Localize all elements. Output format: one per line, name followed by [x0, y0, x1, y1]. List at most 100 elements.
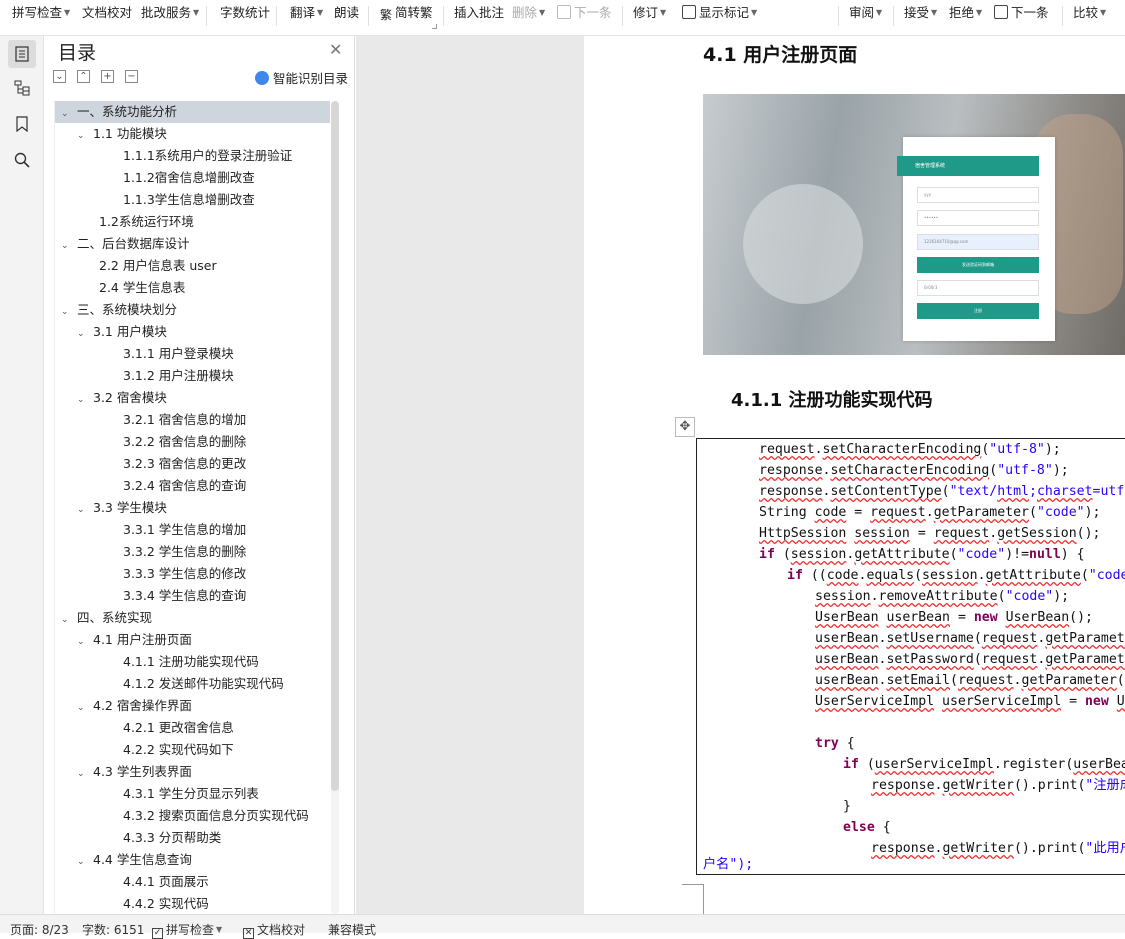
toc-item[interactable]: 3.3.3 学生信息的修改 — [55, 563, 330, 585]
toc-item[interactable]: ⌄ 1.1 功能模块 — [55, 123, 330, 145]
chapter-nav-button[interactable] — [8, 74, 36, 102]
toc-item[interactable]: 3.3.2 学生信息的删除 — [55, 541, 330, 563]
chevron-down-icon[interactable]: ⌄ — [61, 235, 71, 257]
toc-item[interactable]: 4.3.2 搜索页面信息分页实现代码 — [55, 805, 330, 827]
next-change-button[interactable]: 下一条 — [994, 4, 1049, 22]
doc-proofread-button[interactable]: 文档校对 — [82, 4, 132, 22]
toc-item[interactable]: 3.3.4 学生信息的查询 — [55, 585, 330, 607]
simplified-to-traditional-button[interactable]: 繁简转繁 — [380, 4, 433, 22]
bookmark-button[interactable] — [8, 110, 36, 138]
toc-item[interactable]: ⌄ 三、系统模块划分 — [55, 299, 330, 321]
register-card: 宿舍管理系统 yyy •••••• 1226164710@qq.com 发送验证… — [897, 137, 1055, 341]
toc-item[interactable]: 4.3.1 学生分页显示列表 — [55, 783, 330, 805]
reject-button[interactable]: 拒绝 ▼ — [949, 4, 982, 22]
toc-panel: 目录 ✕ ⌄ ⌃ + − 智能识别目录 ⌄ 一、系统功能分析 ⌄ 1.1 功能模块 1.… — [45, 36, 355, 914]
proofread-toggle[interactable]: ✕ 文档校对 — [243, 921, 305, 939]
toc-item[interactable]: ⌄ 4.2 宿舍操作界面 — [55, 695, 330, 717]
toc-item[interactable]: ⌄ 一、系统功能分析 — [55, 101, 330, 123]
toc-item[interactable]: 3.1.2 用户注册模块 — [55, 365, 330, 387]
heading-4-1: 4.1 用户注册页面 — [703, 44, 858, 66]
move-handle-icon[interactable]: ✥ — [675, 417, 695, 437]
toc-item[interactable]: ⌄ 4.1 用户注册页面 — [55, 629, 330, 651]
toc-item[interactable]: ⌄ 3.1 用户模块 — [55, 321, 330, 343]
toc-item[interactable]: ⌄ 4.3 学生列表界面 — [55, 761, 330, 783]
expand-down-icon[interactable]: ⌄ — [53, 70, 66, 83]
code-line: userBean.setPassword(request.getParamete… — [815, 652, 1125, 667]
chevron-down-icon[interactable]: ⌄ — [61, 301, 71, 323]
toc-item-label: 3.2.1 宿舍信息的增加 — [123, 412, 247, 427]
code-field: 0r00r3 — [917, 280, 1039, 296]
toc-item[interactable]: 2.2 用户信息表 user — [55, 255, 330, 277]
page-indicator[interactable]: 页面: 8/23 — [10, 921, 69, 938]
spell-check-button[interactable]: 拼写检查 ▼ — [12, 4, 70, 22]
review-button[interactable]: 审阅 ▼ — [849, 4, 882, 22]
spell-check-toggle[interactable]: ✓ 拼写检查 ▼ — [152, 921, 222, 939]
smart-toc-button[interactable]: 智能识别目录 — [255, 68, 348, 87]
toc-item-label: 3.1.2 用户注册模块 — [123, 368, 234, 383]
toc-item[interactable]: ⌄ 四、系统实现 — [55, 607, 330, 629]
collapse-up-icon[interactable]: ⌃ — [77, 70, 90, 83]
code-block[interactable]: request.setCharacterEncoding("utf-8"); r… — [696, 438, 1125, 875]
toc-item[interactable]: 1.1.2宿舍信息增删改查 — [55, 167, 330, 189]
chevron-down-icon[interactable]: ⌄ — [77, 125, 87, 147]
chevron-down-icon[interactable]: ⌄ — [77, 499, 87, 521]
group-launcher-icon[interactable] — [432, 24, 437, 29]
toc-item[interactable]: 1.1.3学生信息增删改查 — [55, 189, 330, 211]
close-icon[interactable]: ✕ — [329, 40, 342, 59]
chevron-down-icon[interactable]: ⌄ — [77, 389, 87, 411]
toc-item[interactable]: 3.1.1 用户登录模块 — [55, 343, 330, 365]
toc-item-label: 4.4.1 页面展示 — [123, 874, 209, 889]
toc-item[interactable]: 1.2系统运行环境 — [55, 211, 330, 233]
toc-item[interactable]: 3.3.1 学生信息的增加 — [55, 519, 330, 541]
toc-item-label: 3.3.4 学生信息的查询 — [123, 588, 247, 603]
code-line: if (session.getAttribute("code")!=null) … — [759, 547, 1085, 562]
toc-item[interactable]: 4.2.1 更改宿舍信息 — [55, 717, 330, 739]
toc-item[interactable]: ⌄ 3.3 学生模块 — [55, 497, 330, 519]
toc-item[interactable]: 3.2.3 宿舍信息的更改 — [55, 453, 330, 475]
toc-item-label: 2.2 用户信息表 user — [99, 258, 217, 273]
toc-item[interactable]: ⌄ 4.4 学生信息查询 — [55, 849, 330, 871]
chevron-down-icon[interactable]: ⌄ — [77, 697, 87, 719]
next-comment-button[interactable]: 下一条 — [557, 4, 612, 22]
page-corner-mark — [682, 884, 704, 914]
toc-panel-button[interactable] — [8, 40, 36, 68]
accept-button[interactable]: 接受 ▼ — [904, 4, 937, 22]
toc-item[interactable]: 4.3.3 分页帮助类 — [55, 827, 330, 849]
remove-icon[interactable]: − — [125, 70, 138, 83]
toc-item[interactable]: 1.1.1系统用户的登录注册验证 — [55, 145, 330, 167]
chevron-down-icon[interactable]: ⌄ — [61, 609, 71, 631]
toc-item[interactable]: 4.2.2 实现代码如下 — [55, 739, 330, 761]
chevron-down-icon[interactable]: ⌄ — [77, 851, 87, 873]
chevron-down-icon[interactable]: ⌄ — [77, 631, 87, 653]
toc-item[interactable]: 4.4.1 页面展示 — [55, 871, 330, 893]
read-aloud-button[interactable]: 朗读 — [334, 4, 359, 22]
chevron-down-icon[interactable]: ⌄ — [61, 103, 71, 125]
show-markup-button[interactable]: 显示标记 ▼ — [682, 4, 757, 22]
toc-item[interactable]: ⌄ 3.2 宿舍模块 — [55, 387, 330, 409]
toc-item-label: 4.4.2 实现代码 — [123, 896, 209, 911]
track-changes-button[interactable]: 修订 ▼ — [633, 4, 666, 22]
insert-comment-button[interactable]: 插入批注 — [454, 4, 504, 22]
toc-scrollbar[interactable] — [331, 101, 339, 791]
toc-item[interactable]: 4.1.2 发送邮件功能实现代码 — [55, 673, 330, 695]
add-icon[interactable]: + — [101, 70, 114, 83]
toc-item[interactable]: 2.4 学生信息表 — [55, 277, 330, 299]
search-button[interactable] — [8, 146, 36, 174]
compare-button[interactable]: 比较 ▼ — [1073, 4, 1106, 22]
toc-item[interactable]: 3.2.1 宿舍信息的增加 — [55, 409, 330, 431]
word-count-button[interactable]: 字数统计 — [220, 4, 270, 22]
translate-button[interactable]: 翻译 ▼ — [290, 4, 323, 22]
toc-item[interactable]: ⌄ 二、后台数据库设计 — [55, 233, 330, 255]
toc-item-label: 一、系统功能分析 — [77, 104, 178, 119]
toc-item[interactable]: 3.2.4 宿舍信息的查询 — [55, 475, 330, 497]
code-line: request.setCharacterEncoding("utf-8"); — [759, 442, 1061, 457]
next-comment-icon — [557, 5, 571, 19]
correction-service-button[interactable]: 批改服务 ▼ — [141, 4, 199, 22]
delete-comment-button[interactable]: 删除 ▼ — [512, 4, 545, 22]
word-count-indicator[interactable]: 字数: 6151 — [82, 921, 144, 938]
toc-item[interactable]: 3.2.2 宿舍信息的删除 — [55, 431, 330, 453]
chevron-down-icon[interactable]: ⌄ — [77, 763, 87, 785]
toc-item[interactable]: 4.1.1 注册功能实现代码 — [55, 651, 330, 673]
chevron-down-icon[interactable]: ⌄ — [77, 323, 87, 345]
toc-item[interactable]: 4.4.2 实现代码 — [55, 893, 330, 914]
